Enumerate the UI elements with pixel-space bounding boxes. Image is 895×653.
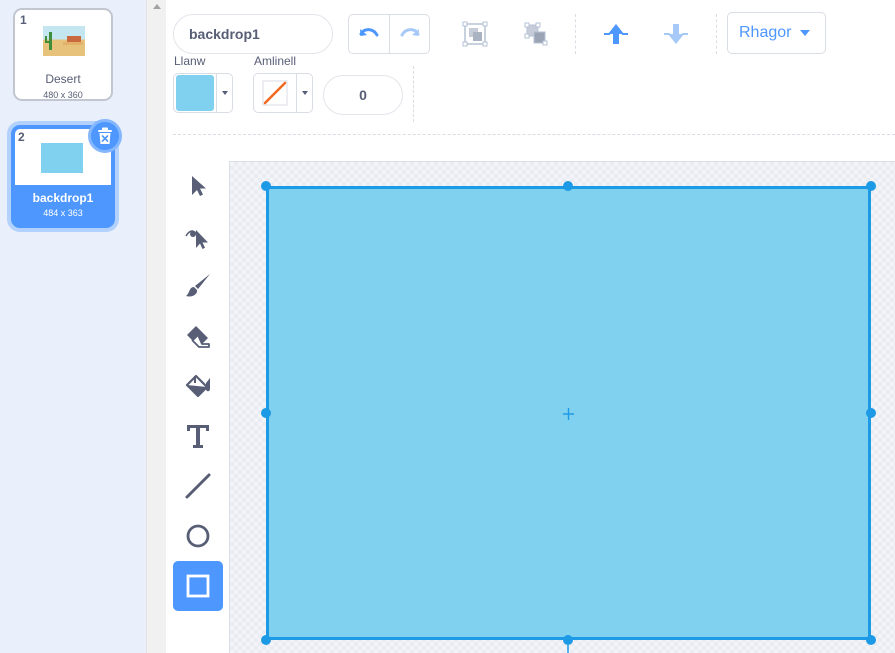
fill-color-picker[interactable] [173,73,233,113]
arrow-pointer-icon [192,176,206,196]
toolbar-separator [716,14,717,54]
outline-label: Amlinell [254,54,297,68]
fill-dropdown-toggle[interactable] [216,74,232,112]
costume-size: 480 x 360 [43,90,83,100]
undo-icon [359,28,379,37]
cactus-icon [45,32,83,50]
circle-icon [186,524,210,548]
caret-down-icon [301,91,308,95]
arrow-up-icon [604,24,628,44]
tool-rectangle[interactable] [173,561,223,611]
undo-button[interactable] [349,15,389,53]
tool-reshape[interactable] [173,211,223,261]
resize-handle-top-right[interactable] [866,181,876,191]
paint-bucket-icon [185,374,210,398]
tool-brush[interactable] [173,261,223,311]
resize-handle-right[interactable] [866,408,876,418]
tool-fill[interactable] [173,361,223,411]
reshape-icon [185,230,208,249]
redo-icon [400,28,419,37]
toolbar-separator [413,66,414,122]
outline-width-input[interactable]: 0 [323,75,403,115]
delete-costume-button[interactable] [88,119,122,153]
group-icon [462,21,488,47]
eraser-icon [187,326,210,348]
tool-text[interactable] [173,411,223,461]
backdrop-thumbnail [41,143,83,173]
resize-handle-bottom-left[interactable] [261,635,271,645]
costume-name: backdrop1 [32,191,94,205]
fill-swatch [176,75,214,111]
ungroup-button[interactable] [516,14,556,54]
trash-icon [98,127,112,144]
costume-name: Desert [45,72,81,86]
text-icon [187,425,209,448]
resize-handle-top[interactable] [563,181,573,191]
costume-name-input[interactable]: backdrop1 [173,14,333,54]
brush-icon [186,274,210,297]
undo-redo-group [348,14,430,54]
tool-eraser[interactable] [173,311,223,361]
outline-dropdown-toggle[interactable] [296,74,312,112]
fill-swatch-wrap [174,74,216,112]
rectangle-icon [186,574,210,598]
redo-button[interactable] [389,15,429,53]
tool-circle[interactable] [173,511,223,561]
fill-label: Llanw [174,54,206,68]
ungroup-icon [524,22,548,46]
resize-handle-bottom-right[interactable] [866,635,876,645]
chevron-down-icon [800,30,811,36]
outline-color-picker[interactable] [253,73,313,113]
resize-handle-left[interactable] [261,408,271,418]
costume-list-scrollbar[interactable] [146,0,166,653]
group-button[interactable] [455,14,495,54]
costume-number: 1 [20,13,27,27]
resize-handle-bottom[interactable] [563,635,573,645]
costume-tile-desert[interactable]: 1 Desert 480 x 360 [13,8,113,101]
toolbar-bottom-divider [173,134,895,135]
selected-rectangle-shape[interactable] [266,186,871,640]
line-icon [185,473,211,499]
more-dropdown[interactable]: Rhagor [727,12,826,54]
scroll-up-arrow-icon[interactable] [153,4,161,9]
tool-line[interactable] [173,461,223,511]
no-color-icon [262,80,288,106]
costume-number: 2 [18,130,25,144]
backward-button[interactable] [656,14,696,54]
costume-size: 484 x 363 [43,208,83,218]
resize-handle-top-left[interactable] [261,181,271,191]
desert-thumbnail [43,26,85,56]
more-dropdown-label: Rhagor [739,24,792,41]
outline-swatch-wrap [254,74,296,112]
forward-button[interactable] [596,14,636,54]
arrow-down-icon [664,24,688,44]
toolbar-separator [575,14,576,54]
caret-down-icon [221,91,228,95]
tool-select[interactable] [173,161,223,211]
costume-list: 1 Desert 480 x 360 2 backdrop1 484 x 363 [0,0,146,653]
